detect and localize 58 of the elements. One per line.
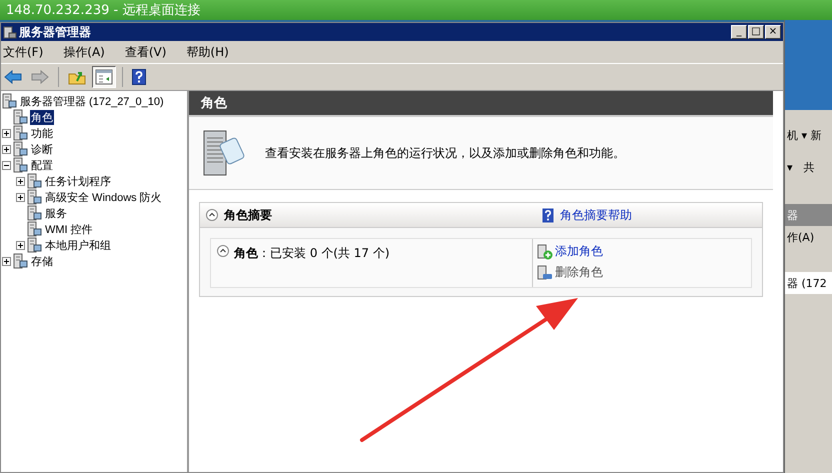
roles-summary-text: 角色：已安装 0 个(共 17 个) xyxy=(234,245,390,262)
server-icon xyxy=(26,221,42,237)
collapse-toggle[interactable] xyxy=(2,160,11,170)
server-icon xyxy=(26,173,42,189)
server-icon xyxy=(12,157,28,173)
tree-item[interactable]: 高级安全 Windows 防火 xyxy=(44,190,163,204)
help-icon xyxy=(542,208,554,222)
expand-toggle[interactable] xyxy=(2,128,11,138)
window-control-button[interactable]: □ xyxy=(748,25,764,39)
menu-item[interactable]: 查看(V) xyxy=(124,44,166,60)
panel-icon[interactable] xyxy=(92,66,116,88)
expand-toggle[interactable] xyxy=(16,176,25,186)
window-control-button[interactable]: _ xyxy=(731,25,747,39)
collapse-chevron-icon[interactable] xyxy=(217,245,229,257)
server-icon xyxy=(12,253,28,269)
server-icon xyxy=(26,237,42,253)
menu-item[interactable]: 文件(F) xyxy=(3,44,44,60)
help-icon[interactable] xyxy=(129,66,149,88)
tree-item[interactable]: 服务 xyxy=(44,206,68,220)
window-title: 服务器管理器 xyxy=(19,24,91,40)
tree-item[interactable]: 存储 xyxy=(30,254,54,268)
background-window-text: 作(A) xyxy=(787,230,814,244)
server-tower-icon xyxy=(201,128,247,178)
tree-item[interactable]: 任务计划程序 xyxy=(44,174,112,188)
menu-item[interactable]: 帮助(H) xyxy=(186,44,229,60)
expand-toggle[interactable] xyxy=(16,240,25,250)
server-icon xyxy=(12,141,28,157)
tree-item[interactable]: 角色 xyxy=(30,110,54,124)
tree-item[interactable]: 配置 xyxy=(30,158,54,172)
server-icon xyxy=(26,205,42,221)
window-control-button[interactable]: × xyxy=(765,25,781,39)
description-text: 查看安装在服务器上角色的运行状况，以及添加或删除角色和功能。 xyxy=(265,144,625,162)
action-link[interactable]: 添加角色 xyxy=(555,243,603,260)
tree-item[interactable]: WMI 控件 xyxy=(44,222,94,236)
section-title: 角色摘要 xyxy=(224,206,272,224)
server-add-icon xyxy=(537,244,553,260)
expand-toggle[interactable] xyxy=(2,144,11,154)
expand-toggle[interactable] xyxy=(2,256,11,266)
background-window-text: 器 (172 xyxy=(787,276,827,290)
collapse-chevron-icon[interactable] xyxy=(206,209,218,221)
server-icon xyxy=(12,109,28,125)
expand-toggle[interactable] xyxy=(16,192,25,202)
tree-item[interactable]: 诊断 xyxy=(30,142,54,156)
background-window-text: 机 ▾ 新 xyxy=(787,128,822,142)
remote-desktop-title: 148.70.232.239 - 远程桌面连接 xyxy=(6,3,200,18)
pane-title: 角色 xyxy=(201,95,227,112)
help-link[interactable]: 角色摘要帮助 xyxy=(560,206,632,224)
menu-item[interactable]: 操作(A) xyxy=(63,44,105,60)
tree-item[interactable]: 功能 xyxy=(30,126,54,140)
server-icon xyxy=(12,125,28,141)
server-icon xyxy=(26,189,42,205)
tree-item[interactable]: 服务器管理器 (172_27_0_10) xyxy=(19,94,165,108)
tree-item[interactable]: 本地用户和组 xyxy=(44,238,112,252)
server-remove-icon xyxy=(537,264,553,280)
background-window-text: ▾ 共 xyxy=(787,160,815,174)
background-window-text: 器 xyxy=(787,208,798,222)
server-icon xyxy=(3,25,17,39)
action-link[interactable]: 删除角色 xyxy=(555,264,603,281)
